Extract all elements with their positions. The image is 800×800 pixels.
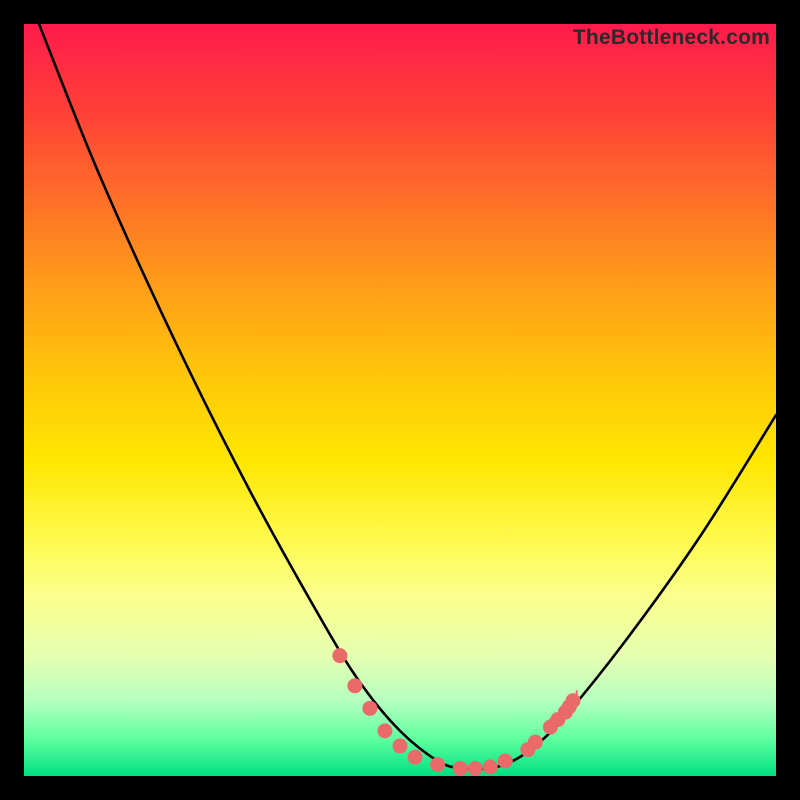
chart-background-gradient	[24, 24, 776, 776]
chart-frame: TheBottleneck.com	[24, 24, 776, 776]
